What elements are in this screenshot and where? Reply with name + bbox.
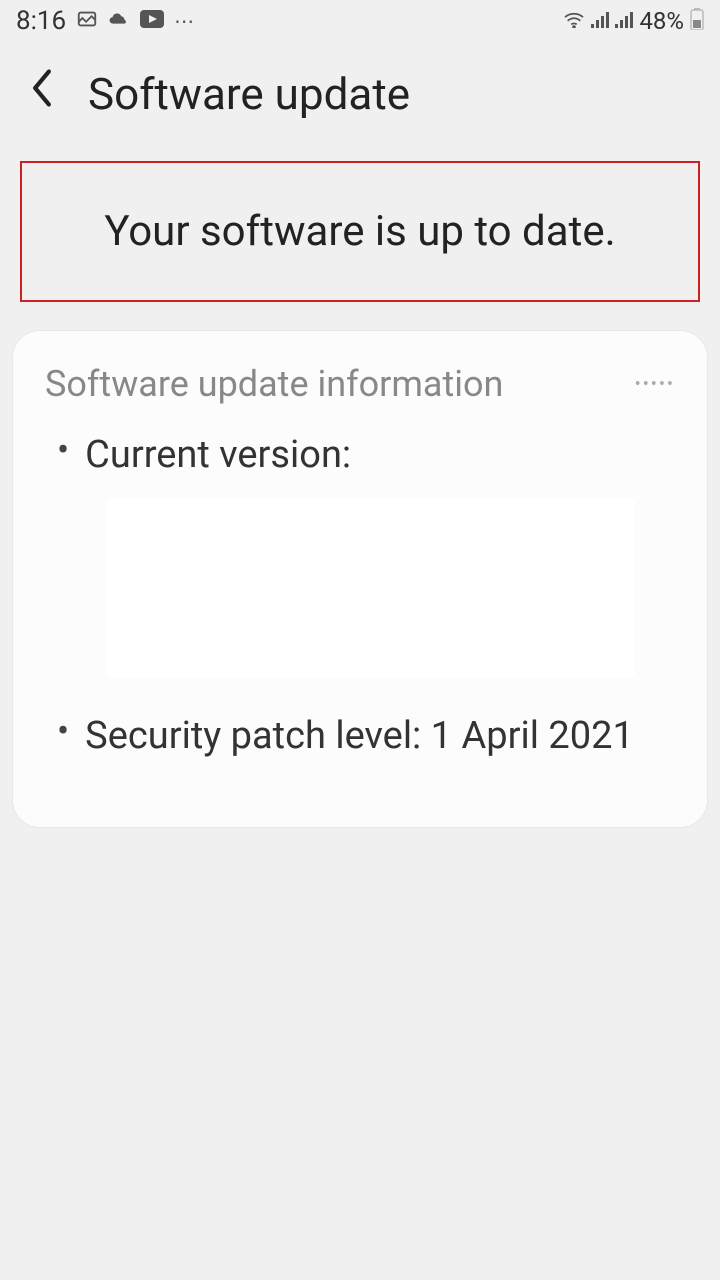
signal-icon-2	[615, 9, 633, 33]
version-value-area	[105, 498, 635, 678]
info-card-title: Software update information	[45, 363, 503, 405]
app-header: Software update	[0, 42, 720, 145]
info-card-menu-icon[interactable]: •••••	[635, 374, 675, 395]
cloud-icon	[108, 9, 130, 33]
info-card-header: Software update information •••••	[45, 363, 675, 405]
youtube-icon	[140, 9, 164, 33]
current-version-label: Current version:	[85, 429, 351, 482]
battery-percentage: 48%	[639, 7, 684, 35]
update-status-banner: Your software is up to date.	[20, 161, 700, 302]
bullet-icon: •	[57, 429, 69, 472]
security-patch-label: Security patch level: 1 April 2021	[85, 710, 634, 763]
status-time: 8:16	[16, 6, 66, 36]
status-bar: 8:16 ⋯ 48%	[0, 0, 720, 42]
status-bar-right: 48%	[563, 7, 704, 35]
bullet-icon: •	[57, 710, 69, 753]
list-item: • Security patch level: 1 April 2021	[45, 710, 675, 763]
wifi-icon	[563, 9, 585, 33]
status-bar-left: 8:16 ⋯	[16, 6, 194, 36]
list-item: • Current version:	[45, 429, 675, 482]
page-title: Software update	[88, 68, 410, 120]
signal-icon-1	[591, 9, 609, 33]
gallery-icon	[76, 8, 98, 35]
battery-icon	[690, 8, 704, 35]
back-button[interactable]	[28, 66, 56, 121]
update-status-text: Your software is up to date.	[54, 207, 666, 256]
update-info-card: Software update information ••••• • Curr…	[12, 330, 708, 828]
more-dots-icon: ⋯	[174, 9, 194, 33]
